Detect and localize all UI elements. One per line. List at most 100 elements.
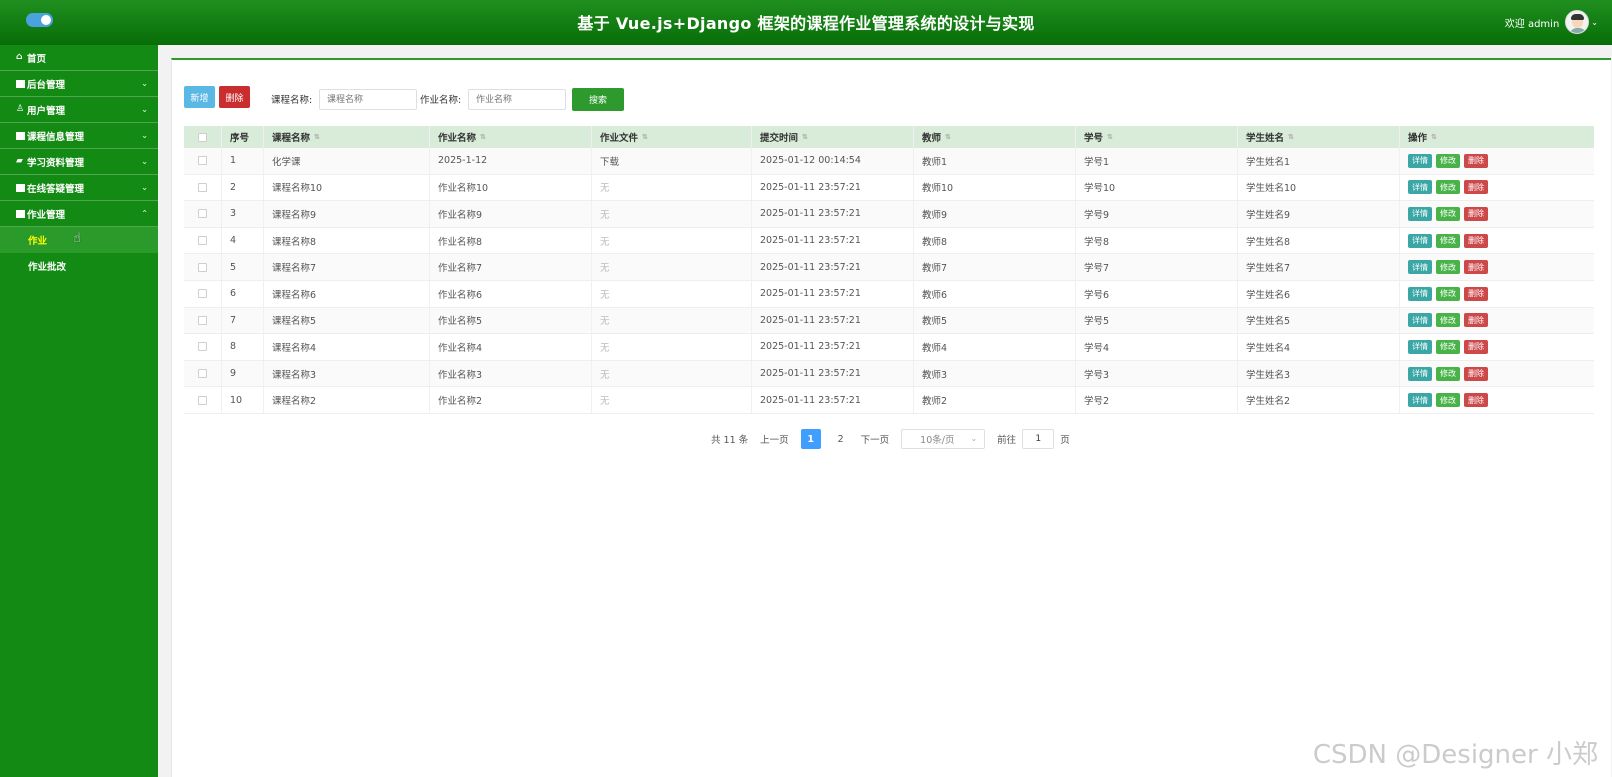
header-index: 序号 (222, 126, 264, 148)
row-checkbox[interactable] (198, 395, 207, 405)
sort-icon[interactable]: ⇅ (802, 133, 808, 141)
sort-icon[interactable]: ⇅ (1288, 133, 1294, 141)
row-checkbox[interactable] (198, 315, 207, 325)
sidebar-item-users[interactable]: ♙ 用户管理 ⌄ (0, 97, 158, 123)
sidebar-item-homework[interactable]: 作业管理 ⌃ (0, 201, 158, 227)
batch-delete-button[interactable]: 删除 (219, 86, 250, 108)
header-homework[interactable]: 作业名称 ⇅ (430, 126, 592, 148)
row-select-cell (184, 174, 222, 201)
sort-icon[interactable]: ⇅ (480, 133, 486, 141)
row-checkbox[interactable] (198, 342, 207, 352)
page-1-button[interactable]: 1 (800, 429, 821, 449)
cell-student-name: 学生姓名2 (1238, 387, 1400, 413)
row-checkbox[interactable] (198, 182, 207, 192)
delete-button[interactable]: 删除 (1464, 233, 1488, 248)
next-page-button[interactable]: 下一页 (861, 432, 890, 446)
delete-button[interactable]: 删除 (1464, 286, 1488, 301)
row-checkbox[interactable] (198, 289, 207, 299)
cell-index: 2 (222, 174, 264, 201)
row-checkbox[interactable] (198, 209, 207, 219)
detail-button[interactable]: 详情 (1408, 206, 1432, 221)
sort-icon[interactable]: ⇅ (1107, 133, 1113, 141)
delete-button[interactable]: 删除 (1464, 339, 1488, 354)
detail-button[interactable]: 详情 (1408, 233, 1432, 248)
prev-page-button[interactable]: 上一页 (760, 432, 789, 446)
detail-button[interactable]: 详情 (1408, 180, 1432, 195)
cell-student-name: 学生姓名7 (1238, 254, 1400, 280)
row-checkbox[interactable] (198, 262, 207, 272)
sidebar-item-qa[interactable]: 在线答疑管理 ⌄ (0, 175, 158, 201)
course-name-input[interactable] (319, 89, 417, 110)
edit-button[interactable]: 修改 (1436, 339, 1460, 354)
edit-button[interactable]: 修改 (1436, 366, 1460, 381)
sort-icon[interactable]: ⇅ (1431, 133, 1437, 141)
sort-icon[interactable]: ⇅ (314, 133, 320, 141)
table-row: 1 化学课 2025-1-12 下载 2025-01-12 00:14:54 教师1 学号1… (184, 148, 1594, 175)
sidebar-subitem-grading[interactable]: 作业批改 (0, 253, 158, 279)
delete-button[interactable]: 删除 (1464, 313, 1488, 328)
homework-name-label: 作业名称: (420, 95, 462, 106)
edit-button[interactable]: 修改 (1436, 153, 1460, 168)
header-student-no[interactable]: 学号 ⇅ (1076, 126, 1238, 148)
sort-icon[interactable]: ⇅ (642, 133, 648, 141)
delete-button[interactable]: 删除 (1464, 393, 1488, 408)
sidebar-item-backend[interactable]: 后台管理 ⌄ (0, 71, 158, 97)
cell-student-name: 学生姓名10 (1238, 174, 1400, 201)
avatar[interactable] (1565, 10, 1590, 34)
detail-button[interactable]: 详情 (1408, 153, 1432, 168)
cell-course: 课程名称6 (264, 280, 430, 307)
cell-teacher: 教师10 (914, 174, 1076, 201)
cell-student-no: 学号2 (1076, 387, 1238, 413)
header-time[interactable]: 提交时间 ⇅ (752, 126, 914, 148)
delete-button[interactable]: 删除 (1464, 260, 1488, 275)
detail-button[interactable]: 详情 (1408, 313, 1432, 328)
add-button[interactable]: 新增 (184, 86, 215, 108)
sidebar-item-label: 作业管理 (27, 209, 66, 221)
row-checkbox[interactable] (198, 156, 207, 166)
delete-button[interactable]: 删除 (1464, 180, 1488, 195)
pagination: 共 11 条 上一页 1 2 下一页 10条/页⌄ 前往 页 (711, 429, 1070, 449)
header-course[interactable]: 课程名称 ⇅ (264, 126, 430, 148)
user-menu[interactable]: 欢迎 admin ⌄ (1505, 9, 1598, 35)
chevron-down-icon[interactable]: ⌄ (1591, 18, 1598, 27)
page-2-button[interactable]: 2 (831, 429, 851, 449)
sidebar-item-courses[interactable]: 课程信息管理 ⌄ (0, 123, 158, 149)
header-teacher[interactable]: 教师 ⇅ (914, 126, 1076, 148)
edit-button[interactable]: 修改 (1436, 260, 1460, 275)
homework-name-input[interactable] (468, 89, 566, 110)
delete-button[interactable]: 删除 (1464, 366, 1488, 381)
row-checkbox[interactable] (198, 236, 207, 246)
row-select-cell (184, 148, 222, 174)
detail-button[interactable]: 详情 (1408, 393, 1432, 408)
detail-button[interactable]: 详情 (1408, 286, 1432, 301)
edit-button[interactable]: 修改 (1436, 393, 1460, 408)
sort-icon[interactable]: ⇅ (945, 133, 951, 141)
edit-button[interactable]: 修改 (1436, 206, 1460, 221)
sidebar-item-materials[interactable]: ▰ 学习资料管理 ⌄ (0, 149, 158, 175)
header-student-name[interactable]: 学生姓名 ⇅ (1238, 126, 1400, 148)
detail-button[interactable]: 详情 (1408, 366, 1432, 381)
goto-page-input[interactable] (1022, 429, 1055, 449)
cell-actions: 详情 修改 删除 (1400, 281, 1594, 307)
file-none-text: 无 (592, 307, 752, 334)
edit-button[interactable]: 修改 (1436, 180, 1460, 195)
search-button[interactable]: 搜索 (572, 88, 624, 111)
delete-button[interactable]: 删除 (1464, 153, 1488, 168)
header-file[interactable]: 作业文件 ⇅ (592, 126, 752, 148)
edit-button[interactable]: 修改 (1436, 313, 1460, 328)
sidebar-item-label: 后台管理 (27, 79, 66, 91)
sidebar-item-home[interactable]: ⌂ 首页 (0, 45, 158, 71)
cell-course: 课程名称4 (264, 334, 430, 360)
page-size-select[interactable]: 10条/页 ⌄ (901, 429, 986, 449)
detail-button[interactable]: 详情 (1408, 339, 1432, 354)
chevron-down-icon: ⌄ (970, 434, 978, 443)
cell-course: 课程名称3 (264, 360, 430, 387)
select-all-checkbox[interactable] (198, 132, 207, 142)
delete-button[interactable]: 删除 (1464, 206, 1488, 221)
row-checkbox[interactable] (198, 369, 207, 379)
download-link[interactable]: 下载 (592, 148, 752, 174)
cell-course: 课程名称5 (264, 307, 430, 334)
edit-button[interactable]: 修改 (1436, 286, 1460, 301)
edit-button[interactable]: 修改 (1436, 233, 1460, 248)
detail-button[interactable]: 详情 (1408, 260, 1432, 275)
